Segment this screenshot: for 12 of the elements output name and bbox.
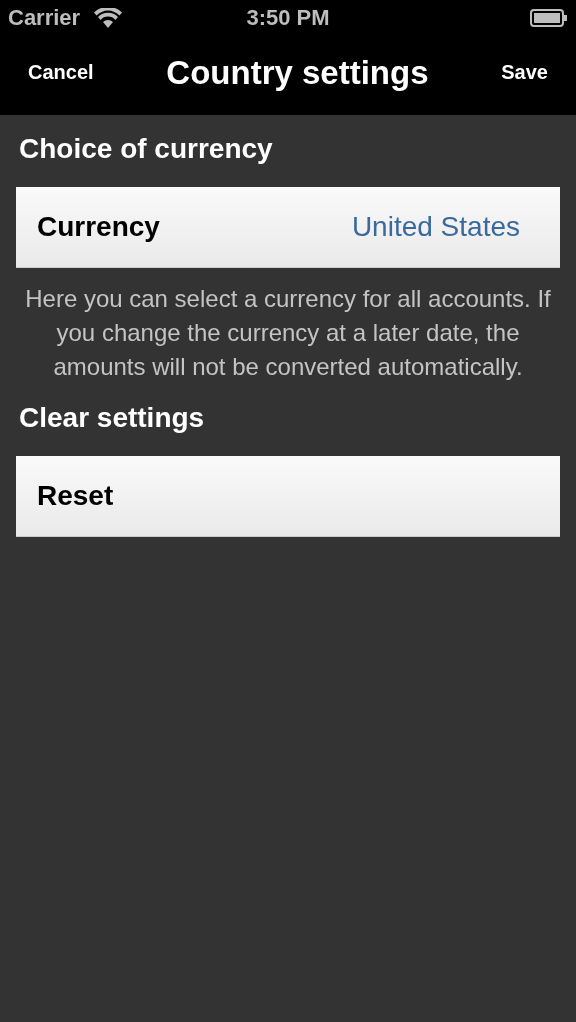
wifi-icon [94, 8, 123, 28]
status-time: 3:50 PM [246, 5, 330, 31]
section-header: Choice of currency [18, 132, 274, 166]
section-header: Clear settings [18, 401, 206, 435]
battery-icon [530, 9, 568, 27]
nav-title: Country settings [166, 53, 429, 92]
currency-row[interactable]: Currency United States [16, 187, 560, 268]
cancel-button[interactable]: Cancel [18, 57, 104, 88]
reset-row[interactable]: Reset [16, 456, 560, 537]
save-button[interactable]: Save [491, 57, 558, 88]
carrier-name: Carrier [8, 5, 81, 31]
section-footer: Here you can select a currency for all accounts. If you change the currency at a later date, the amounts will not be converted automatically. [16, 282, 560, 384]
